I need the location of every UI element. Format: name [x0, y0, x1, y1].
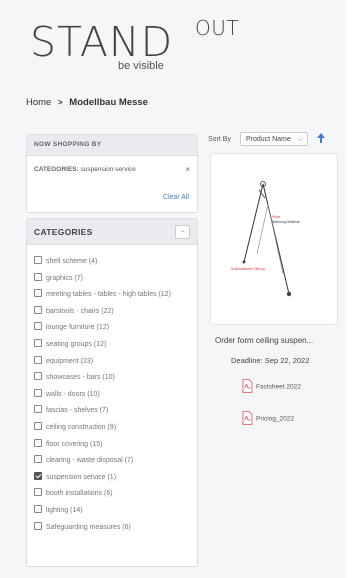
- category-item[interactable]: shell scheme (4): [34, 256, 194, 266]
- now-shopping-panel: NOW SHOPPING BY CATEGORIES: suspension s…: [26, 134, 198, 213]
- categories-title: CATEGORIES: [34, 227, 93, 237]
- diagram-label-bottom: Schnurabstand Öffnung: [231, 267, 265, 271]
- category-checkbox[interactable]: [34, 256, 42, 264]
- now-shopping-title: NOW SHOPPING BY: [27, 135, 197, 156]
- product-deadline: Deadline: Sep 22, 2022: [231, 356, 310, 365]
- breadcrumb-separator: >: [57, 98, 63, 107]
- category-checkbox[interactable]: [34, 388, 42, 397]
- category-item[interactable]: clearing - waste disposal (7): [34, 455, 194, 465]
- category-label: booth installations (6): [46, 490, 113, 498]
- category-label: walls - doors (10): [46, 390, 100, 398]
- active-filter: CATEGORIES: suspension service ×: [34, 165, 190, 174]
- sort-direction-arrow-icon[interactable]: [317, 133, 325, 145]
- category-item[interactable]: floor covering (15): [34, 438, 194, 449]
- collapse-button[interactable]: -: [175, 225, 190, 239]
- category-label: meeting tables - tables - high tables (1…: [46, 291, 171, 299]
- diagram-label-right: Sicherung Seilende: [272, 220, 300, 224]
- category-item[interactable]: Safeguarding measures (6): [34, 521, 194, 532]
- category-list: shell scheme (4) graphics (7) meeting tabl…: [34, 256, 194, 538]
- pdf-icon: [242, 411, 253, 427]
- category-label: shell scheme (4): [46, 258, 98, 265]
- active-filter-label: CATEGORIES:: [34, 166, 79, 173]
- category-checkbox[interactable]: [34, 338, 42, 347]
- category-item[interactable]: barstools - chairs (22): [34, 305, 194, 316]
- category-label: lounge furniture (12): [46, 324, 110, 332]
- clear-all-link[interactable]: Clear All: [163, 194, 189, 201]
- categories-panel: CATEGORIES - shell scheme (4) graphics (7…: [26, 218, 198, 567]
- category-checkbox[interactable]: [34, 372, 42, 381]
- category-label: floor covering (15): [46, 440, 103, 448]
- category-label: Safeguarding measures (6): [46, 523, 131, 531]
- logo-tagline: be visible: [118, 60, 164, 72]
- category-checkbox[interactable]: [34, 289, 42, 298]
- sort-by-label: Sort By: [208, 136, 231, 143]
- category-item[interactable]: ceiling construction (9): [34, 421, 194, 432]
- product-image-card[interactable]: Höhe Sicherung Seilende Schnurabstand Öf…: [210, 153, 338, 325]
- attachment-factsheet[interactable]: Factsheet 2022: [242, 379, 301, 395]
- attachment-label: Factsheet 2022: [256, 383, 301, 391]
- breadcrumb-home-link[interactable]: Home: [26, 97, 51, 108]
- category-checkbox[interactable]: [34, 471, 42, 480]
- category-checkbox[interactable]: [34, 355, 42, 364]
- diagram-label-top: Höhe: [272, 215, 280, 219]
- remove-filter-icon[interactable]: ×: [185, 165, 190, 174]
- category-checkbox[interactable]: [34, 405, 42, 414]
- category-item[interactable]: seating groups (12): [34, 338, 194, 349]
- logo-superscript: OUT: [195, 16, 240, 40]
- category-checkbox[interactable]: [34, 305, 42, 314]
- breadcrumb: Home > Modellbau Messe: [26, 97, 148, 108]
- category-item[interactable]: lighting (14): [34, 504, 194, 515]
- category-checkbox[interactable]: [34, 488, 42, 497]
- breadcrumb-current: Modellbau Messe: [69, 97, 148, 108]
- category-label: fascias - shelves (7): [46, 407, 109, 415]
- sort-select[interactable]: Product Name ⌵: [240, 132, 308, 146]
- logo-main-text: STAND: [30, 18, 174, 66]
- category-checkbox[interactable]: [34, 455, 42, 464]
- category-item[interactable]: lounge furniture (12): [34, 322, 194, 332]
- category-checkbox[interactable]: [34, 504, 42, 513]
- category-checkbox[interactable]: [34, 521, 42, 530]
- category-checkbox[interactable]: [34, 272, 42, 281]
- category-label: lighting (14): [46, 506, 83, 514]
- sort-selected-value: Product Name: [246, 136, 291, 143]
- category-item[interactable]: booth installations (6): [34, 488, 194, 498]
- category-label: seating groups (12): [46, 340, 107, 348]
- category-item[interactable]: suspension service (1): [34, 471, 194, 482]
- category-item[interactable]: fascias - shelves (7): [34, 405, 194, 415]
- ceiling-suspension-diagram: Höhe Sicherung Seilende Schnurabstand Öf…: [231, 181, 300, 297]
- categories-header[interactable]: CATEGORIES -: [27, 219, 197, 245]
- category-label: clearing - waste disposal (7): [46, 457, 134, 465]
- category-item[interactable]: walls - doors (10): [34, 388, 194, 399]
- category-label: barstools - chairs (22): [46, 307, 114, 315]
- category-label: equipment (23): [46, 357, 94, 365]
- category-item[interactable]: showcases - bars (10): [34, 372, 194, 382]
- category-item[interactable]: meeting tables - tables - high tables (1…: [34, 289, 194, 299]
- active-filter-value: suspension service: [80, 166, 136, 173]
- pdf-icon: [242, 379, 253, 395]
- category-item[interactable]: equipment (23): [34, 355, 194, 366]
- category-label: graphics (7): [46, 274, 83, 282]
- category-label: suspension service (1): [46, 473, 117, 481]
- chevron-down-icon: ⌵: [297, 136, 303, 143]
- category-checkbox[interactable]: [34, 438, 42, 447]
- standout-logo[interactable]: STAND OUT be visible: [30, 16, 250, 78]
- product-title-link[interactable]: Order form ceiling suspen...: [215, 336, 340, 345]
- category-label: ceiling construction (9): [46, 423, 117, 431]
- category-checkbox[interactable]: [34, 421, 42, 430]
- category-label: showcases - bars (10): [46, 374, 115, 382]
- attachment-pricing[interactable]: Pricing_2022: [242, 411, 294, 427]
- category-checkbox[interactable]: [34, 322, 42, 331]
- attachment-label: Pricing_2022: [256, 415, 294, 423]
- category-item[interactable]: graphics (7): [34, 272, 194, 283]
